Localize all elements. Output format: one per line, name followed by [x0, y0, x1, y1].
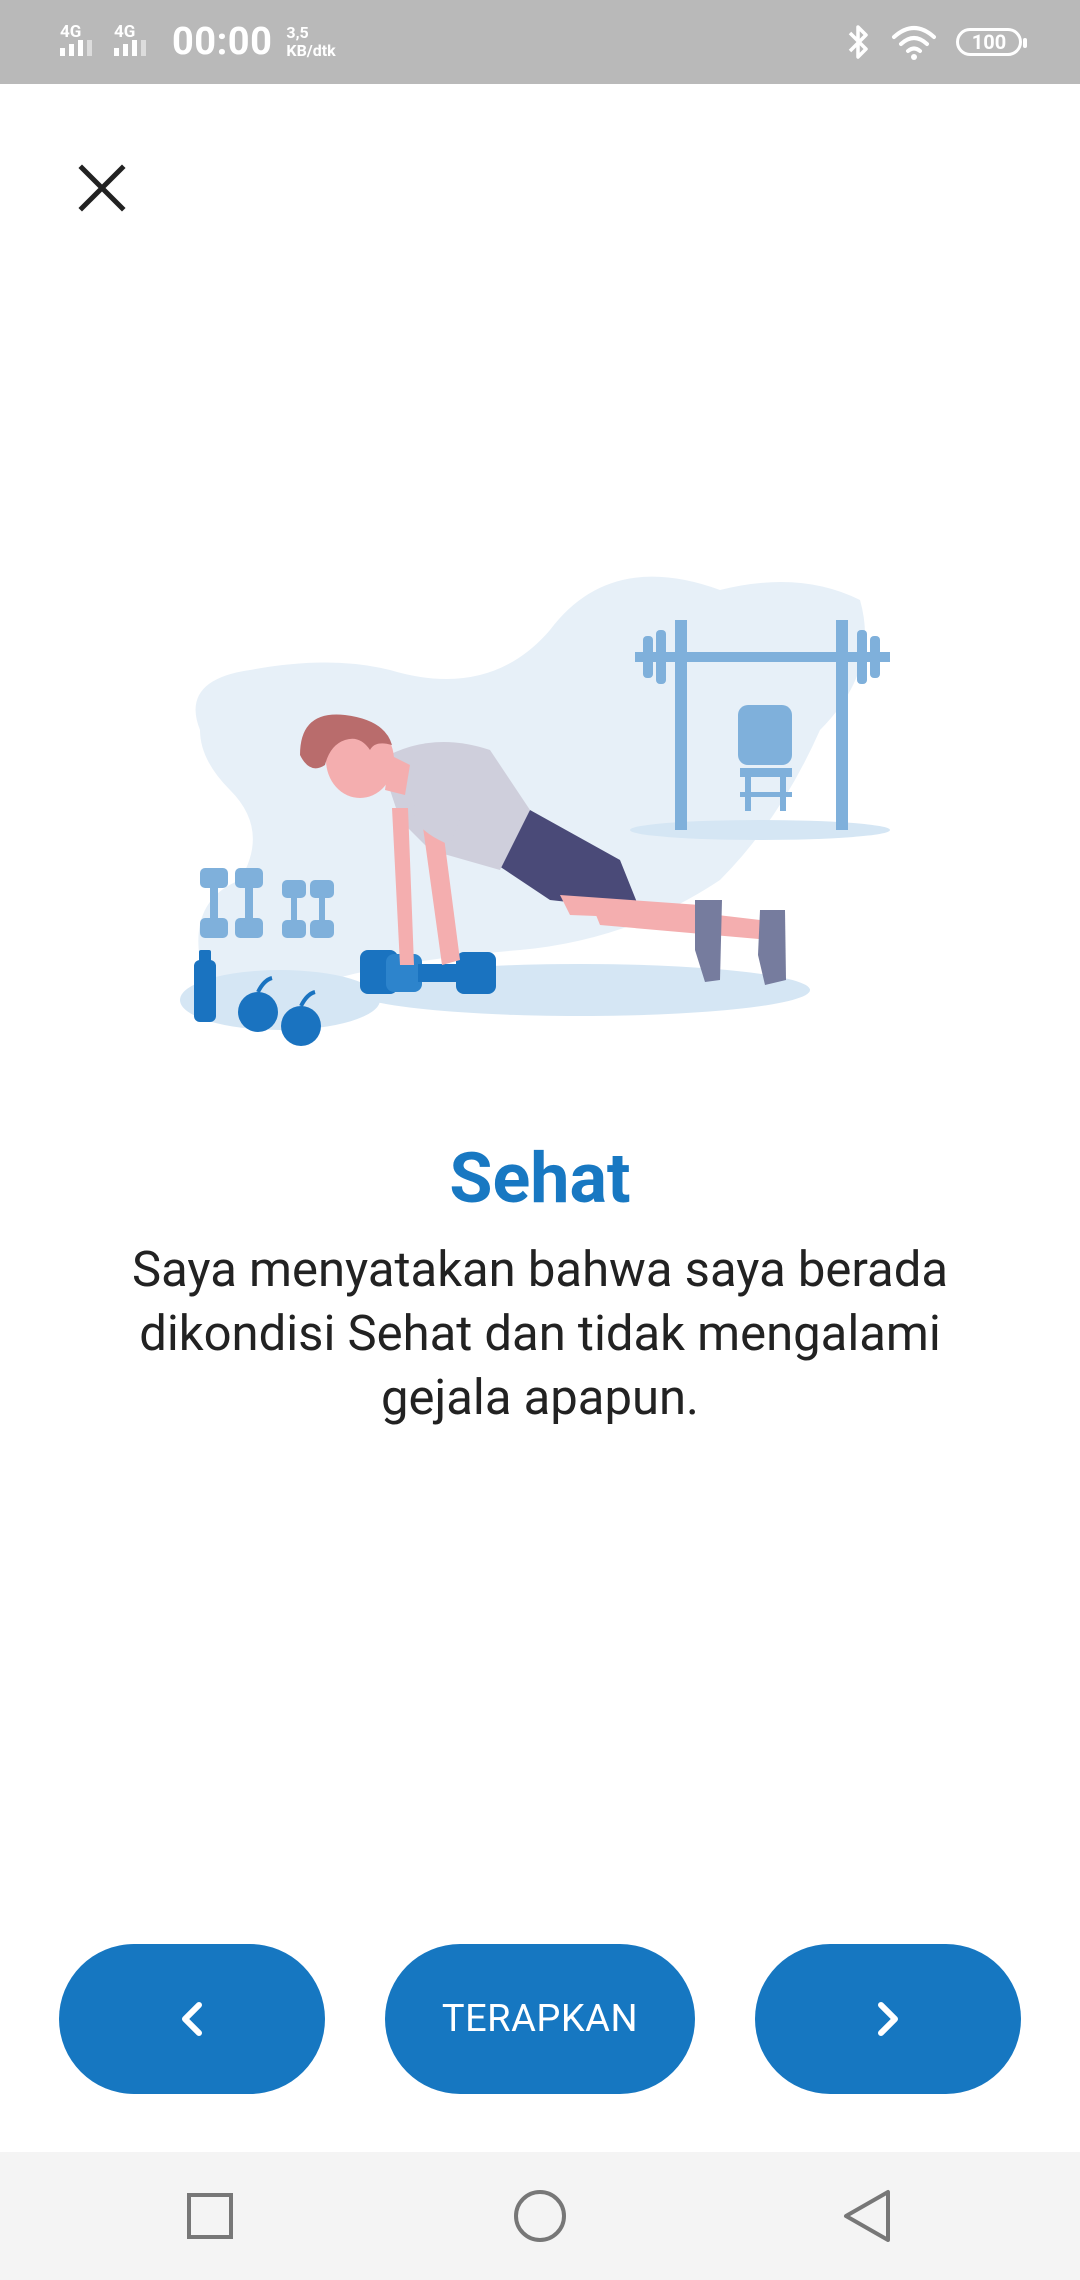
- clock: 00:00: [172, 20, 273, 64]
- recent-apps-button[interactable]: [180, 2186, 240, 2246]
- navigation-bar: [0, 2152, 1080, 2280]
- network-type-label: 4G: [114, 22, 136, 42]
- status-bar: 4G 4G 00:00 3,5 KB/dtk 100: [0, 0, 1080, 84]
- network-type-label: 4G: [60, 22, 82, 42]
- circle-icon: [514, 2190, 566, 2242]
- status-left: 4G 4G 00:00 3,5 KB/dtk: [58, 0, 336, 84]
- status-right: 100: [846, 0, 1027, 84]
- wifi-icon: [892, 26, 936, 60]
- status-description: Saya menyatakan bahwa saya berada dikond…: [132, 1241, 948, 1426]
- chevron-right-icon: [878, 2002, 898, 2036]
- apply-button[interactable]: TERAPKAN: [385, 1944, 695, 2094]
- home-button[interactable]: [510, 2186, 570, 2246]
- battery-level: 100: [971, 30, 1007, 54]
- bluetooth-icon: [848, 25, 868, 59]
- speed-value: 3,5: [286, 23, 309, 42]
- speed-unit: KB/dtk: [286, 41, 336, 60]
- battery-icon: 100: [956, 28, 1027, 56]
- square-icon: [187, 2193, 233, 2239]
- signal-icon: 4G: [58, 14, 102, 70]
- healthy-illustration: [160, 560, 920, 1060]
- workout-illustration: [180, 576, 890, 1046]
- signal-icon: 4G: [112, 14, 156, 70]
- back-button[interactable]: [838, 2186, 898, 2246]
- close-icon: [78, 164, 126, 212]
- status-title: Sehat: [449, 1138, 631, 1220]
- network-speed: 3,5 KB/dtk: [286, 24, 335, 60]
- next-button[interactable]: [755, 1944, 1021, 2094]
- previous-button[interactable]: [59, 1944, 325, 2094]
- apply-button-label: TERAPKAN: [441, 1997, 639, 2041]
- triangle-back-icon: [844, 2190, 890, 2242]
- chevron-left-icon: [182, 2002, 202, 2036]
- close-button[interactable]: [72, 158, 132, 218]
